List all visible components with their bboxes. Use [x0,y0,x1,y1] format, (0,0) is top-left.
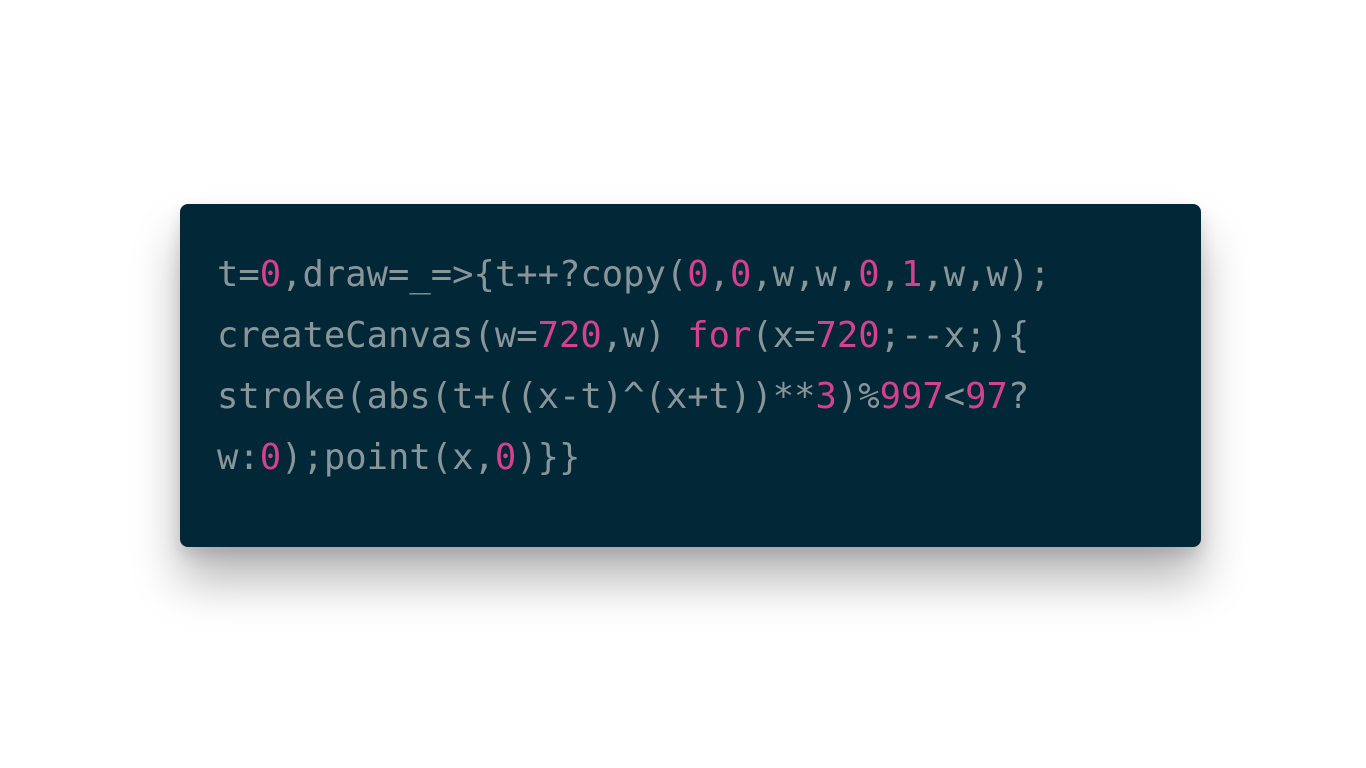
code-token: (x= [751,315,816,356]
code-token: , [879,254,901,295]
code-line-2: createCanvas(w=720,w) for(x=720;--x;){ [217,305,1201,366]
code-token: stroke(abs(t+((x-t)^(x+t))** [217,376,816,417]
number-literal: 0 [259,254,282,295]
code-token: < [943,376,966,417]
number-literal: 3 [815,376,837,417]
code-line-1: t=0,draw=_=>{t++?copy(0,0,w,w,0,1,w,w); [217,244,1201,305]
code-token: ,w) [601,315,688,356]
number-literal: 0 [259,437,282,478]
number-literal: 0 [687,254,709,295]
code-token: , [708,254,730,295]
number-literal: 720 [537,315,602,356]
code-token: ;--x;){ [879,315,1030,356]
number-literal: 0 [858,254,880,295]
code-line-4: w:0);point(x,0)}} [217,427,1201,488]
code-snippet-card: t=0,draw=_=>{t++?copy(0,0,w,w,0,1,w,w); … [180,204,1201,547]
number-literal: 97 [965,376,1008,417]
number-literal: 720 [815,315,880,356]
number-literal: 1 [900,254,923,295]
code-token: );point(x, [281,437,495,478]
page: t=0,draw=_=>{t++?copy(0,0,w,w,0,1,w,w); … [0,0,1366,768]
number-literal: 0 [729,254,752,295]
code-token: ,w,w); [922,254,1051,295]
code-token: createCanvas(w= [217,315,538,356]
code-token: ,w,w, [751,254,859,295]
code-token: ,draw=_=>{t++?copy( [281,254,688,295]
code-token: )% [836,376,880,417]
code-line-3: stroke(abs(t+((x-t)^(x+t))**3)%997<97? [217,366,1201,427]
number-literal: 0 [494,437,517,478]
code-token: w: [217,437,260,478]
code-token: )}} [516,437,581,478]
number-literal: 997 [879,376,944,417]
keyword: for [687,315,752,356]
code-token: t= [217,254,260,295]
code-token: ? [1007,376,1030,417]
